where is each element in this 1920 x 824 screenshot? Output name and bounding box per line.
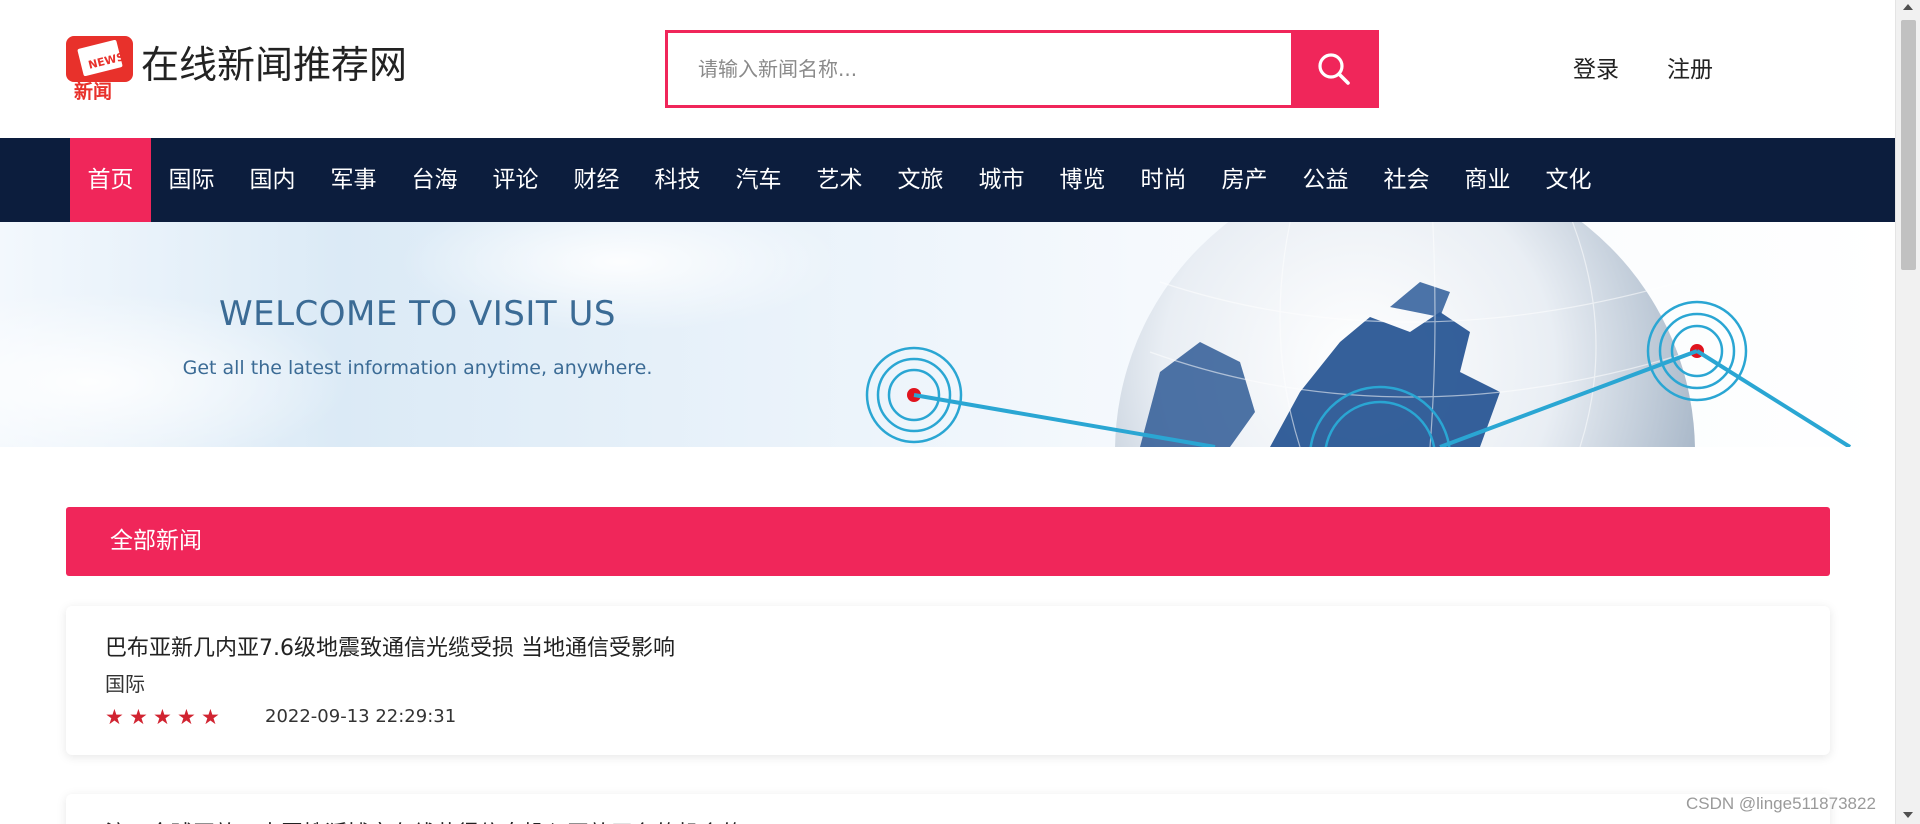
register-link[interactable]: 注册 (1667, 50, 1713, 84)
nav-item-military[interactable]: 军事 (313, 138, 394, 222)
news-date: 2022-09-13 22:29:31 (265, 706, 457, 727)
scrollbar-thumb[interactable] (1901, 20, 1916, 270)
globe-illustration (0, 222, 1852, 447)
nav-item-comment[interactable]: 评论 (475, 138, 556, 222)
site-title[interactable]: 在线新闻推荐网 (141, 40, 407, 90)
nav-item-art[interactable]: 艺术 (799, 138, 880, 222)
nav-item-international[interactable]: 国际 (151, 138, 232, 222)
rating-stars: ★ ★ ★ ★ ★ (105, 705, 221, 729)
nav-item-expo[interactable]: 博览 (1042, 138, 1123, 222)
banner-subtitle: Get all the latest information anytime, … (182, 357, 653, 379)
search-button[interactable] (1291, 33, 1376, 105)
news-title[interactable]: 巴布亚新几内亚7.6级地震致通信光缆受损 当地通信受影响 (105, 630, 675, 662)
csdn-watermark: CSDN @linge511873822 (1686, 794, 1876, 813)
nav-item-home[interactable]: 首页 (70, 138, 151, 222)
nav-item-auto[interactable]: 汽车 (718, 138, 799, 222)
section-header-all-news: 全部新闻 (66, 507, 1830, 576)
login-link[interactable]: 登录 (1573, 50, 1619, 84)
scroll-up-icon[interactable] (1903, 4, 1913, 10)
scroll-down-icon[interactable] (1903, 812, 1913, 818)
nav-item-city[interactable]: 城市 (961, 138, 1042, 222)
page-scrollbar[interactable] (1895, 0, 1920, 824)
nav-item-culture[interactable]: 文化 (1528, 138, 1609, 222)
news-card[interactable]: 巴布亚新几内亚7.6级地震致通信光缆受损 当地通信受影响 国际 ★ ★ ★ ★ … (66, 606, 1830, 755)
star-icon: ★ (153, 705, 172, 729)
search-input[interactable] (668, 33, 1294, 105)
news-category: 国际 (105, 672, 145, 696)
svg-text:新闻: 新闻 (74, 80, 112, 100)
news-logo-icon[interactable]: NEWS 新闻 (66, 36, 133, 103)
nav-item-domestic[interactable]: 国内 (232, 138, 313, 222)
star-icon: ★ (129, 705, 148, 729)
welcome-banner: WELCOME TO VISIT US Get all the latest i… (0, 222, 1895, 447)
nav-item-finance[interactable]: 财经 (556, 138, 637, 222)
search-box (665, 30, 1379, 108)
nav-item-culture-travel[interactable]: 文旅 (880, 138, 961, 222)
nav-item-taihai[interactable]: 台海 (394, 138, 475, 222)
star-icon: ★ (201, 705, 220, 729)
nav-item-charity[interactable]: 公益 (1285, 138, 1366, 222)
section-title: 全部新闻 (110, 528, 202, 554)
search-icon (1317, 53, 1350, 85)
nav-item-business[interactable]: 商业 (1447, 138, 1528, 222)
banner-title: WELCOME TO VISIT US (219, 294, 616, 334)
star-icon: ★ (105, 705, 124, 729)
news-title[interactable]: 注：全球开放，中国搜狐博客在线获得信息投入开放平台的机会的 (105, 816, 743, 824)
news-card[interactable]: 注：全球开放，中国搜狐博客在线获得信息投入开放平台的机会的 (66, 794, 1830, 824)
nav-item-society[interactable]: 社会 (1366, 138, 1447, 222)
nav-item-fashion[interactable]: 时尚 (1123, 138, 1204, 222)
nav-item-tech[interactable]: 科技 (637, 138, 718, 222)
star-icon: ★ (177, 705, 196, 729)
main-nav: 首页 国际 国内 军事 台海 评论 财经 科技 汽车 艺术 文旅 城市 博览 时… (0, 138, 1895, 222)
site-header: NEWS 新闻 在线新闻推荐网 登录 注册 (0, 0, 1895, 138)
nav-item-realestate[interactable]: 房产 (1204, 138, 1285, 222)
